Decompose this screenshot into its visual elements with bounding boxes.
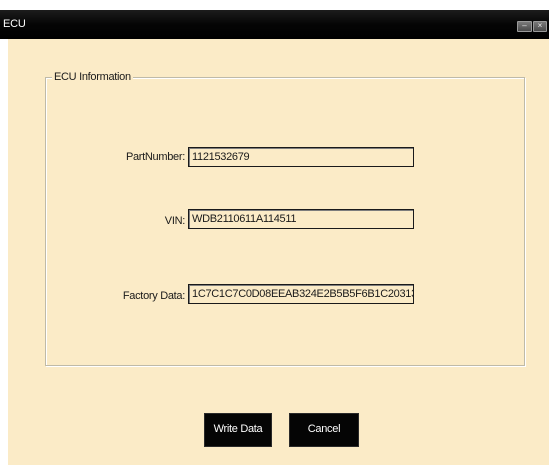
vin-field[interactable]: WDB2110611A114511	[188, 209, 414, 229]
vin-label: VIN:	[164, 215, 186, 227]
factory-data-field[interactable]: 1C7C1C7C0D08EEAB324E2B5B5F6B1C20313132	[188, 284, 414, 304]
group-label: ECU Information	[52, 71, 133, 83]
part-number-field[interactable]: 1121532679	[188, 147, 414, 167]
ecu-window: ECU – × ECU Information PartNumber: 1121…	[0, 0, 549, 465]
minimize-icon: –	[522, 21, 527, 30]
minimize-button[interactable]: –	[517, 21, 532, 32]
close-icon: ×	[537, 21, 543, 30]
close-button[interactable]: ×	[533, 21, 547, 32]
window-client-area: ECU Information PartNumber: 1121532679 V…	[8, 39, 549, 465]
part-number-label: PartNumber:	[125, 151, 185, 163]
window-title: ECU	[3, 18, 26, 30]
cancel-button[interactable]: Cancel	[289, 413, 359, 447]
factory-data-label: Factory Data:	[122, 290, 185, 302]
title-bar[interactable]: ECU – ×	[0, 10, 549, 39]
write-data-button[interactable]: Write Data	[204, 413, 272, 447]
